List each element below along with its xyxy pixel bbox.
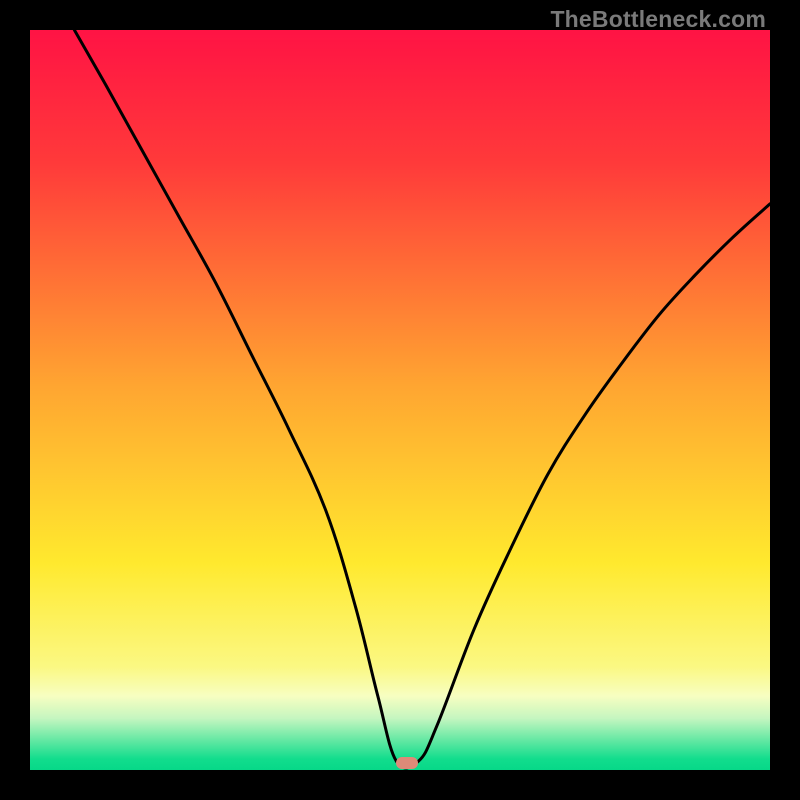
bottleneck-curve [30, 30, 770, 770]
plot-area [30, 30, 770, 770]
chart-frame: TheBottleneck.com [0, 0, 800, 800]
optimal-point-marker [396, 757, 418, 769]
watermark-text: TheBottleneck.com [550, 6, 766, 33]
